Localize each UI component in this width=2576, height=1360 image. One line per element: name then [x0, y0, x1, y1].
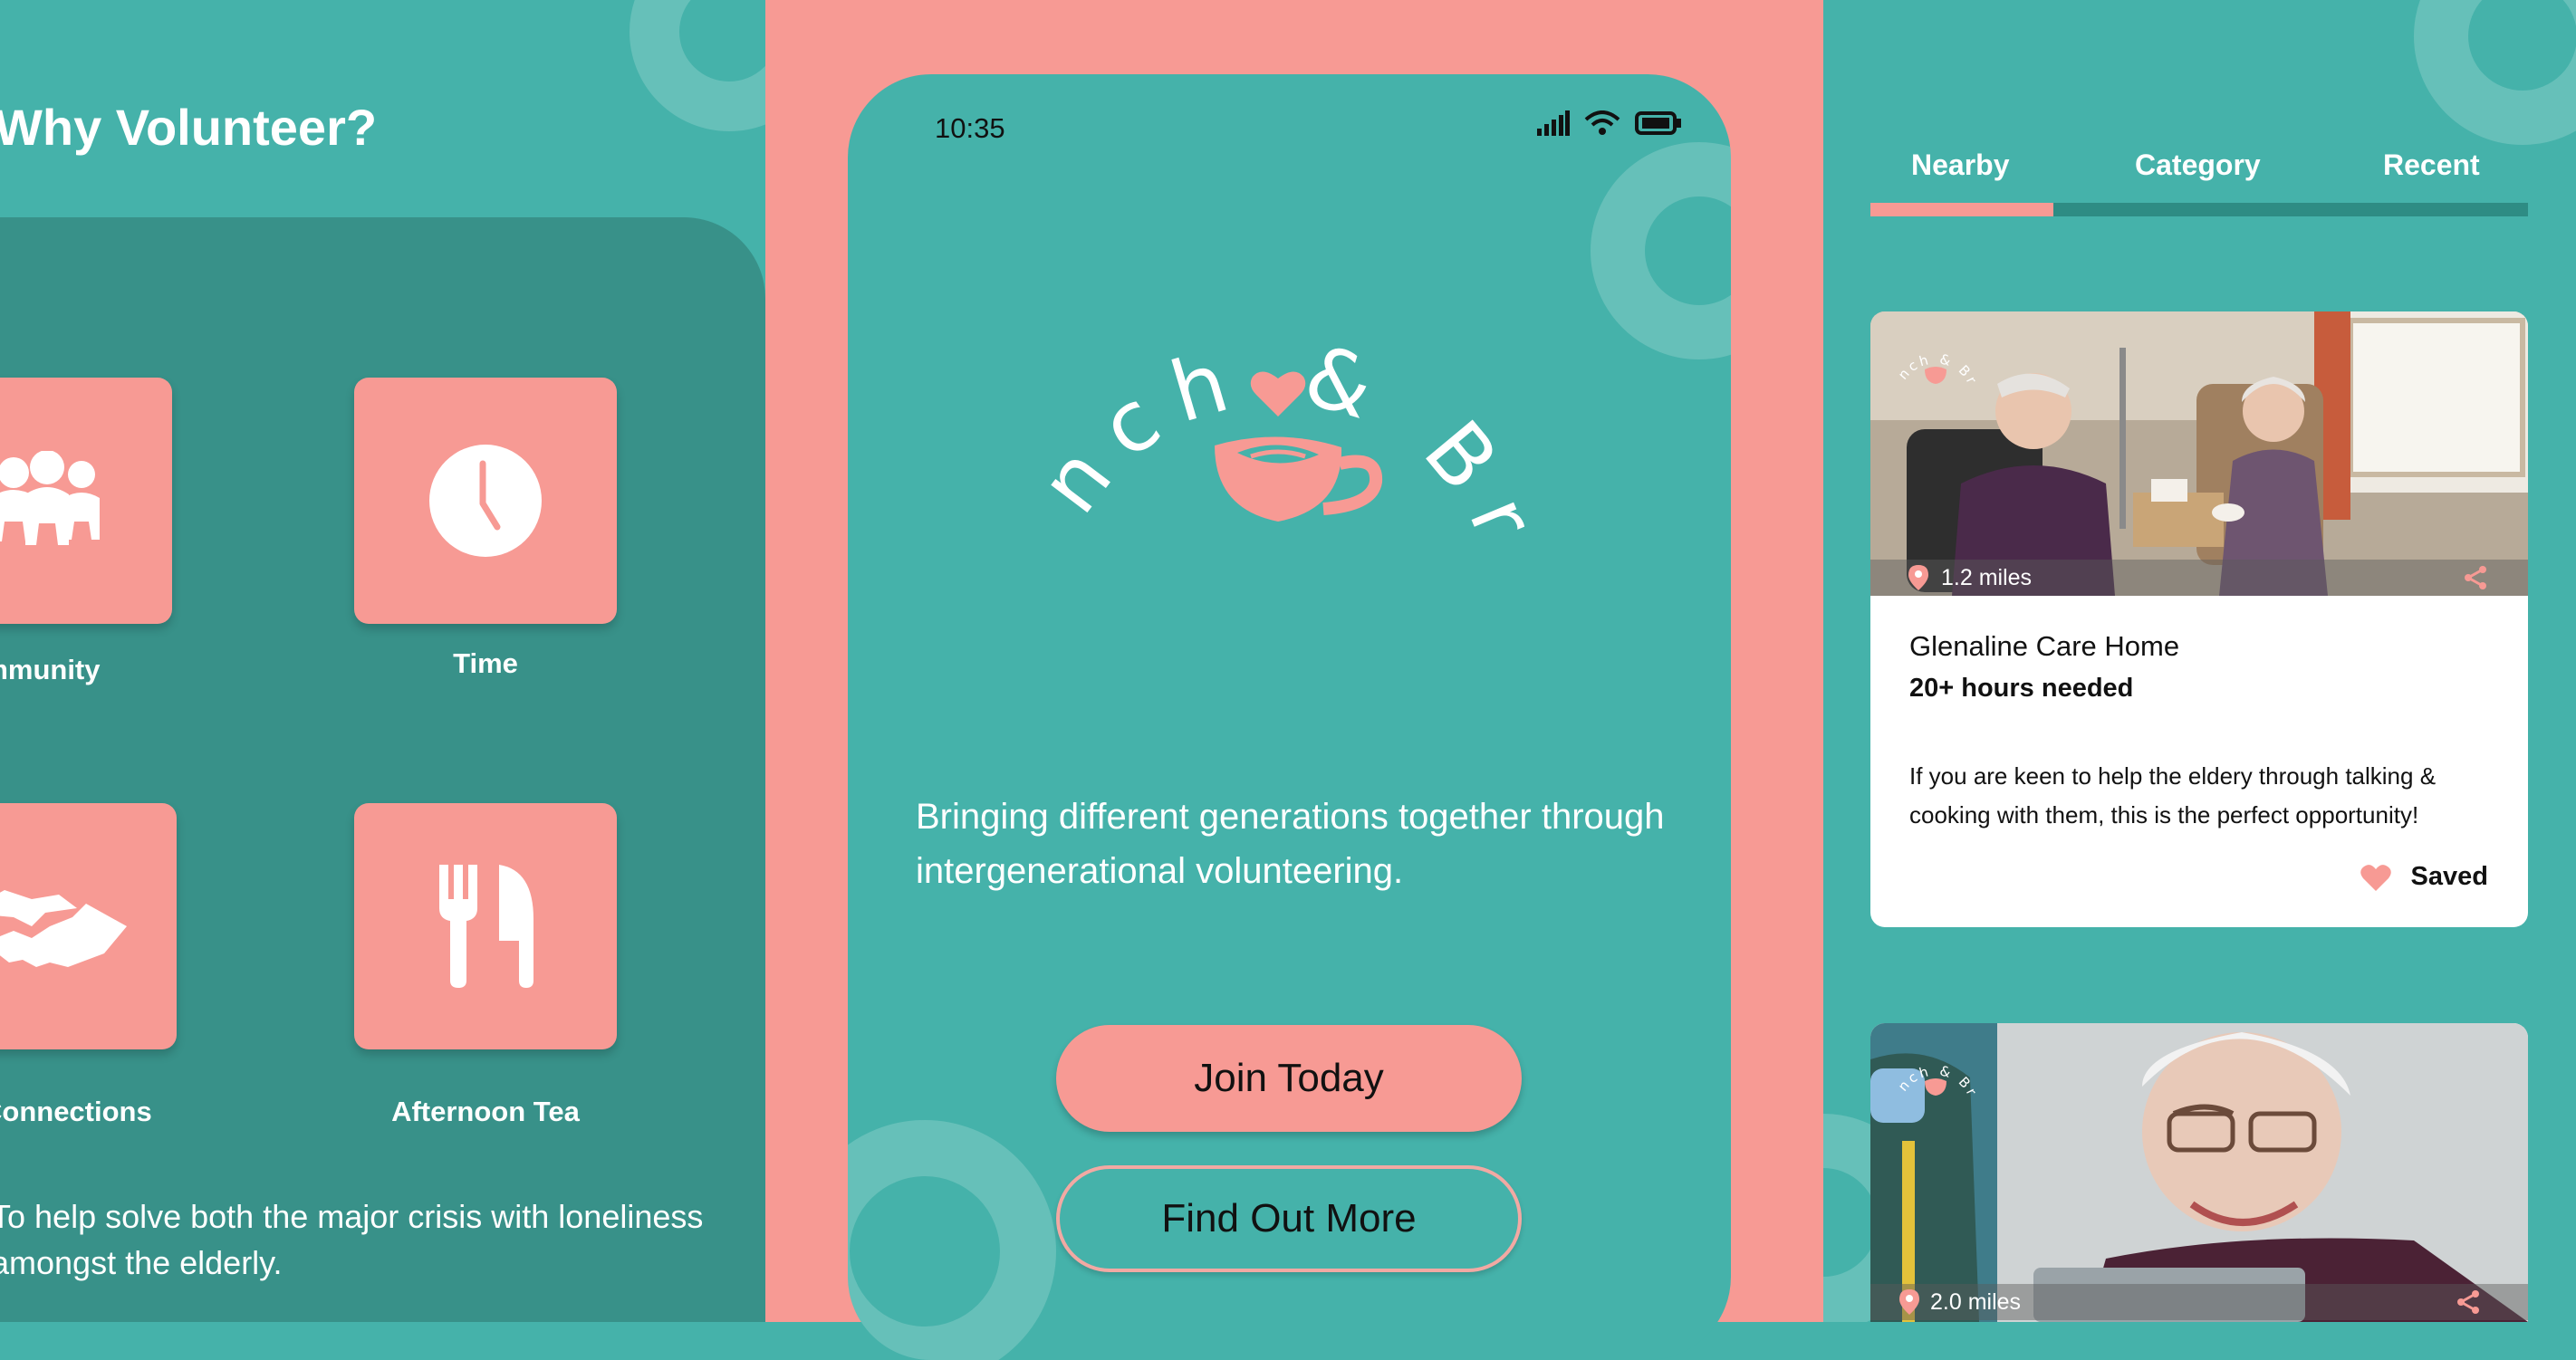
decorative-ring — [2414, 0, 2576, 145]
find-out-more-button[interactable]: Find Out More — [1056, 1165, 1522, 1272]
card-title: Glenaline Care Home — [1909, 630, 2180, 662]
time-tile[interactable] — [354, 378, 617, 624]
wifi-icon — [1584, 110, 1620, 135]
distance-bar: 1.2 miles — [1870, 560, 2528, 596]
share-icon[interactable] — [2456, 1289, 2481, 1315]
signal-icon — [1537, 110, 1570, 136]
battery-icon — [1635, 111, 1681, 135]
cutlery-icon — [439, 865, 533, 988]
listing-card[interactable]: Brunch & Brew 1.2 miles Glenaline Care H… — [1870, 311, 2528, 927]
people-icon — [0, 451, 100, 545]
clock-icon — [429, 445, 542, 557]
phone-screen: 10:35 Brunch & Brew Bringing — [848, 74, 1731, 1360]
distance-label: 2.0 miles — [1930, 1288, 2022, 1315]
location-pin-icon — [1899, 1289, 1919, 1315]
handshake-icon — [0, 890, 127, 967]
mini-logo: Brunch & Brew — [1890, 321, 1978, 388]
listings-panel: Nearby Category Recent nch & Br 1.2 mile… — [1823, 0, 2576, 1322]
decorative-ring — [848, 1120, 1056, 1360]
card-hours: 20+ hours needed — [1909, 674, 2134, 703]
tab-nearby[interactable]: Nearby — [1911, 148, 2010, 182]
saved-toggle[interactable]: Saved — [2360, 862, 2488, 892]
community-label: Community — [0, 654, 101, 685]
listing-tabs: Nearby Category Recent — [1870, 148, 2528, 185]
why-volunteer-title: Why Volunteer? — [0, 99, 378, 156]
tab-category[interactable]: Category — [2135, 148, 2261, 182]
share-icon[interactable] — [2463, 565, 2488, 590]
distance-bar: 2.0 miles — [1870, 1284, 2528, 1320]
distance-label: 1.2 miles — [1941, 564, 2033, 590]
community-tile[interactable] — [0, 378, 172, 624]
saved-label: Saved — [2410, 862, 2488, 891]
location-pin-icon — [1908, 565, 1928, 590]
time-label: Time — [453, 647, 518, 679]
brunch-brew-logo: Brunch & Brew — [1006, 210, 1540, 569]
afternoon-tea-label: Afternoon Tea — [391, 1096, 580, 1127]
tab-active-indicator — [1870, 203, 2053, 216]
join-today-button[interactable]: Join Today — [1056, 1025, 1522, 1132]
listing-card[interactable]: Brunch & Brew 2.0 miles — [1870, 1023, 2528, 1322]
why-volunteer-body: To help solve both the major crisis with… — [0, 1198, 704, 1281]
decorative-ring — [630, 0, 765, 131]
afternoon-tea-tile[interactable] — [354, 803, 617, 1049]
card-description: If you are keen to help the eldery throu… — [1909, 762, 2437, 828]
why-volunteer-panel: Why Volunteer? Community Time Connection… — [0, 0, 765, 1322]
tagline: Bringing different generations together … — [916, 797, 1665, 891]
connections-label: Connections — [0, 1096, 152, 1127]
status-bar-icons — [1537, 110, 1682, 136]
mini-logo: Brunch & Brew — [1890, 1032, 1978, 1100]
decorative-ring — [1591, 142, 1731, 359]
coffee-cup-icon — [1215, 436, 1383, 522]
heart-icon — [2360, 864, 2391, 891]
tab-recent[interactable]: Recent — [2383, 148, 2480, 182]
status-time: 10:35 — [935, 112, 1005, 144]
connections-tile[interactable] — [0, 803, 177, 1049]
